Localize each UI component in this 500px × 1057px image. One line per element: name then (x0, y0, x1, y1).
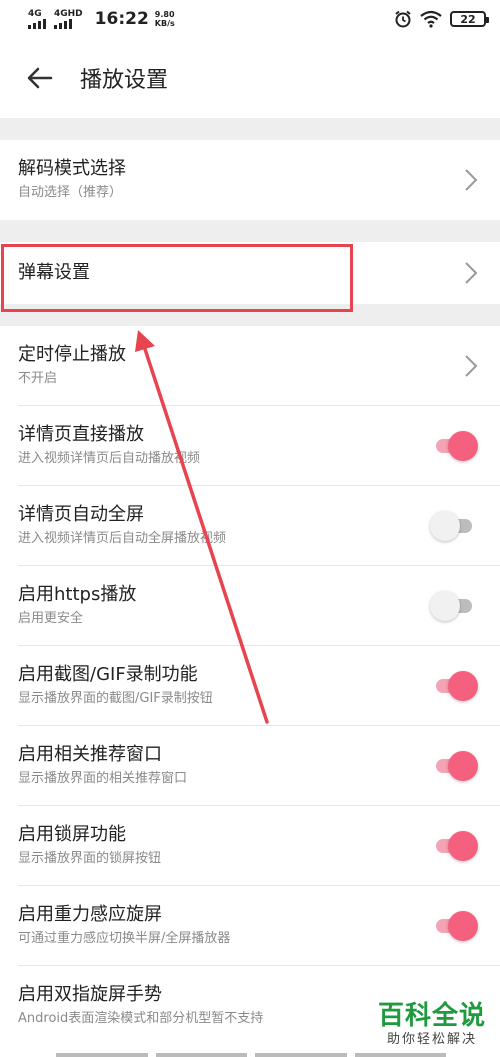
chevron-right-icon (465, 355, 478, 377)
setting-title: 启用https播放 (18, 584, 137, 605)
setting-title: 启用重力感应旋屏 (18, 904, 162, 925)
section-divider (0, 118, 500, 140)
setting-row-gravity-rotate[interactable]: 启用重力感应旋屏 可通过重力感应切换半屏/全屏播放器 (0, 886, 500, 966)
section-divider (0, 304, 500, 326)
status-icons: 22 (394, 10, 489, 28)
setting-row-lock-screen[interactable]: 启用锁屏功能 显示播放界面的锁屏按钮 (0, 806, 500, 886)
chevron-right-icon (465, 169, 478, 191)
toggle-switch[interactable] (430, 751, 478, 781)
battery-level: 22 (460, 12, 476, 26)
toggle-switch[interactable] (430, 831, 478, 861)
setting-title: 启用截图/GIF录制功能 (18, 664, 198, 685)
toggle-switch[interactable] (430, 591, 478, 621)
setting-subtitle: 启用更安全 (18, 611, 84, 626)
alarm-icon (395, 10, 411, 28)
setting-row-https[interactable]: 启用https播放 启用更安全 (0, 566, 500, 646)
setting-title: 详情页自动全屏 (18, 504, 144, 525)
network-type-label: 4G (28, 8, 42, 19)
setting-title: 详情页直接播放 (18, 424, 144, 445)
setting-row-danmaku[interactable]: 弹幕设置 (0, 242, 500, 304)
battery-icon: 22 (450, 11, 489, 27)
setting-row-screenshot-gif[interactable]: 启用截图/GIF录制功能 显示播放界面的截图/GIF录制按钮 (0, 646, 500, 726)
setting-subtitle: 显示播放界面的锁屏按钮 (18, 851, 162, 866)
wifi-icon (420, 10, 442, 28)
status-time: 16:22 (94, 9, 149, 29)
network-type-label-2: 4GHD (54, 8, 83, 19)
setting-subtitle: 进入视频详情页后自动播放视频 (18, 451, 201, 466)
chevron-right-icon (465, 262, 478, 284)
network-speed: 9.80 KB/s (155, 10, 175, 28)
toggle-switch[interactable] (430, 511, 478, 541)
setting-subtitle: 显示播放界面的截图/GIF录制按钮 (18, 691, 213, 706)
network-speed-unit: KB/s (154, 19, 175, 28)
setting-row-detail-autoplay[interactable]: 详情页直接播放 进入视频详情页后自动播放视频 (0, 406, 500, 486)
app-header: 播放设置 (0, 38, 500, 118)
signal-4g-icon: 4G (28, 8, 46, 29)
status-bar: 4G 4GHD 16:22 9.80 KB/s 22 (0, 0, 500, 38)
setting-row-detail-fullscreen[interactable]: 详情页自动全屏 进入视频详情页后自动全屏播放视频 (0, 486, 500, 566)
back-button[interactable] (0, 38, 80, 118)
setting-title: 启用相关推荐窗口 (18, 744, 162, 765)
bottom-edge-hint (56, 1053, 446, 1057)
setting-title: 启用锁屏功能 (18, 824, 126, 845)
toggle-switch[interactable] (430, 911, 478, 941)
screen: 4G 4GHD 16:22 9.80 KB/s 22 播放设置 解码模式选择 自… (0, 0, 500, 1057)
setting-row-decode-mode[interactable]: 解码模式选择 自动选择（推荐） (0, 140, 500, 220)
toggle-switch[interactable] (430, 431, 478, 461)
network-speed-value: 9.80 (154, 10, 175, 19)
setting-row-sleep-timer[interactable]: 定时停止播放 不开启 (0, 326, 500, 406)
setting-subtitle: 进入视频详情页后自动全屏播放视频 (18, 531, 227, 546)
arrow-left-icon (27, 67, 53, 89)
watermark-title: 百科全说 (377, 1001, 486, 1031)
page-title: 播放设置 (80, 68, 169, 93)
setting-subtitle: 自动选择（推荐） (18, 185, 123, 200)
setting-title: 弹幕设置 (18, 262, 90, 283)
signal-4ghd-icon: 4GHD (54, 8, 83, 29)
setting-row-related-window[interactable]: 启用相关推荐窗口 显示播放界面的相关推荐窗口 (0, 726, 500, 806)
setting-subtitle: 显示播放界面的相关推荐窗口 (18, 771, 188, 786)
toggle-switch[interactable] (430, 671, 478, 701)
watermark-subtitle: 助你轻松解决 (386, 1032, 477, 1047)
section-divider (0, 220, 500, 242)
watermark-logo: 百科全说 助你轻松解决 (376, 1001, 488, 1049)
setting-subtitle: 不开启 (18, 371, 58, 386)
setting-subtitle: 可通过重力感应切换半屏/全屏播放器 (18, 931, 231, 946)
setting-title: 解码模式选择 (18, 158, 126, 179)
setting-title: 定时停止播放 (18, 344, 126, 365)
